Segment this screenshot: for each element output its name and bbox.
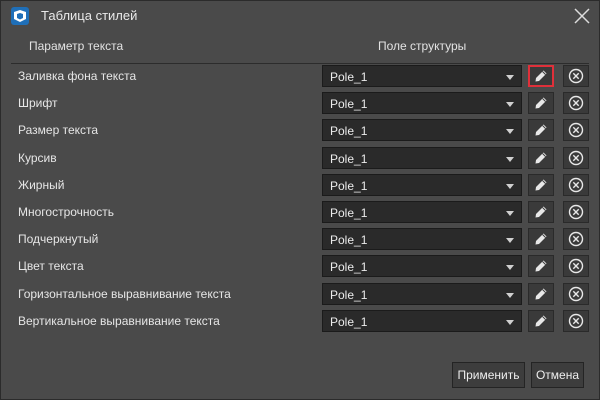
style-row: Многострочность Pole_1 bbox=[1, 199, 599, 226]
style-row: Заливка фона текста Pole_1 bbox=[1, 63, 599, 90]
edit-button[interactable] bbox=[528, 201, 554, 223]
field-select[interactable]: Pole_1 bbox=[322, 146, 522, 169]
dropdown-arrow-icon[interactable] bbox=[506, 156, 514, 162]
style-row: Горизонтальное выравнивание текста Pole_1 bbox=[1, 281, 599, 308]
param-column-header: Параметр текста bbox=[29, 39, 124, 53]
field-select[interactable]: Pole_1 bbox=[322, 309, 522, 332]
select-value: Pole_1 bbox=[330, 178, 368, 193]
delete-button[interactable] bbox=[563, 146, 589, 169]
dropdown-arrow-icon[interactable] bbox=[506, 75, 514, 80]
style-row: Подчеркнутый Pole_1 bbox=[1, 226, 599, 253]
dropdown-arrow-icon[interactable] bbox=[506, 183, 514, 189]
title-bar: Таблица стилей bbox=[1, 1, 599, 31]
edit-button[interactable] bbox=[528, 309, 554, 332]
edit-button[interactable] bbox=[528, 92, 554, 115]
row-label: Жирный bbox=[18, 177, 65, 192]
row-label: Горизонтальное выравнивание текста bbox=[18, 286, 231, 301]
edit-button[interactable] bbox=[528, 173, 554, 196]
delete-button[interactable] bbox=[563, 255, 589, 278]
field-select[interactable]: Pole_1 bbox=[322, 65, 522, 87]
select-value: Pole_1 bbox=[330, 314, 368, 329]
field-select[interactable]: Pole_1 bbox=[322, 228, 522, 251]
app-logo-icon bbox=[11, 7, 29, 25]
select-value: Pole_1 bbox=[330, 97, 368, 112]
dropdown-arrow-icon[interactable] bbox=[506, 319, 514, 325]
edit-button[interactable] bbox=[528, 146, 554, 169]
edit-button[interactable] bbox=[528, 282, 554, 305]
delete-button[interactable] bbox=[563, 309, 589, 332]
field-select[interactable]: Pole_1 bbox=[322, 119, 522, 142]
window-title: Таблица стилей bbox=[41, 8, 138, 23]
style-row: Цвет текста Pole_1 bbox=[1, 253, 599, 280]
select-value: Pole_1 bbox=[330, 70, 368, 84]
delete-button[interactable] bbox=[563, 282, 589, 305]
field-select[interactable]: Pole_1 bbox=[322, 255, 522, 278]
delete-button[interactable] bbox=[563, 201, 589, 223]
apply-button[interactable]: Применить bbox=[452, 362, 525, 388]
edit-button[interactable] bbox=[528, 255, 554, 278]
dropdown-arrow-icon[interactable] bbox=[506, 211, 514, 216]
field-select[interactable]: Pole_1 bbox=[322, 201, 522, 223]
dropdown-arrow-icon[interactable] bbox=[506, 238, 514, 244]
dropdown-arrow-icon[interactable] bbox=[506, 129, 514, 135]
field-select[interactable]: Pole_1 bbox=[322, 92, 522, 115]
row-label: Шрифт bbox=[18, 96, 58, 111]
select-value: Pole_1 bbox=[330, 151, 368, 166]
select-value: Pole_1 bbox=[330, 260, 368, 275]
style-row: Шрифт Pole_1 bbox=[1, 90, 599, 117]
cancel-button[interactable]: Отмена bbox=[531, 362, 584, 388]
dropdown-arrow-icon[interactable] bbox=[506, 102, 514, 108]
select-value: Pole_1 bbox=[330, 287, 368, 302]
edit-button[interactable] bbox=[528, 119, 554, 142]
edit-button[interactable] bbox=[528, 65, 554, 87]
edit-button[interactable] bbox=[528, 228, 554, 251]
row-label: Курсив bbox=[18, 150, 57, 165]
row-label: Многострочность bbox=[18, 205, 114, 219]
style-row: Курсив Pole_1 bbox=[1, 145, 599, 172]
style-row: Вертикальное выравнивание текста Pole_1 bbox=[1, 308, 599, 335]
dropdown-arrow-icon[interactable] bbox=[506, 265, 514, 271]
style-table-dialog: Таблица стилей Параметр текста Поле стру… bbox=[0, 0, 600, 400]
select-value: Pole_1 bbox=[330, 124, 368, 139]
field-column-header: Поле структуры bbox=[378, 39, 467, 53]
row-label: Размер текста bbox=[18, 123, 99, 138]
close-icon[interactable] bbox=[573, 7, 591, 25]
delete-button[interactable] bbox=[563, 65, 589, 87]
delete-button[interactable] bbox=[563, 173, 589, 196]
row-label: Подчеркнутый bbox=[18, 232, 99, 247]
field-select[interactable]: Pole_1 bbox=[322, 282, 522, 305]
field-select[interactable]: Pole_1 bbox=[322, 173, 522, 196]
row-label: Цвет текста bbox=[18, 259, 84, 274]
row-label: Заливка фона текста bbox=[18, 69, 137, 83]
delete-button[interactable] bbox=[563, 119, 589, 142]
row-label: Вертикальное выравнивание текста bbox=[18, 313, 220, 328]
dropdown-arrow-icon[interactable] bbox=[506, 292, 514, 298]
delete-button[interactable] bbox=[563, 92, 589, 115]
style-row: Жирный Pole_1 bbox=[1, 172, 599, 199]
style-row: Размер текста Pole_1 bbox=[1, 117, 599, 144]
select-value: Pole_1 bbox=[330, 233, 368, 248]
delete-button[interactable] bbox=[563, 228, 589, 251]
select-value: Pole_1 bbox=[330, 206, 368, 220]
